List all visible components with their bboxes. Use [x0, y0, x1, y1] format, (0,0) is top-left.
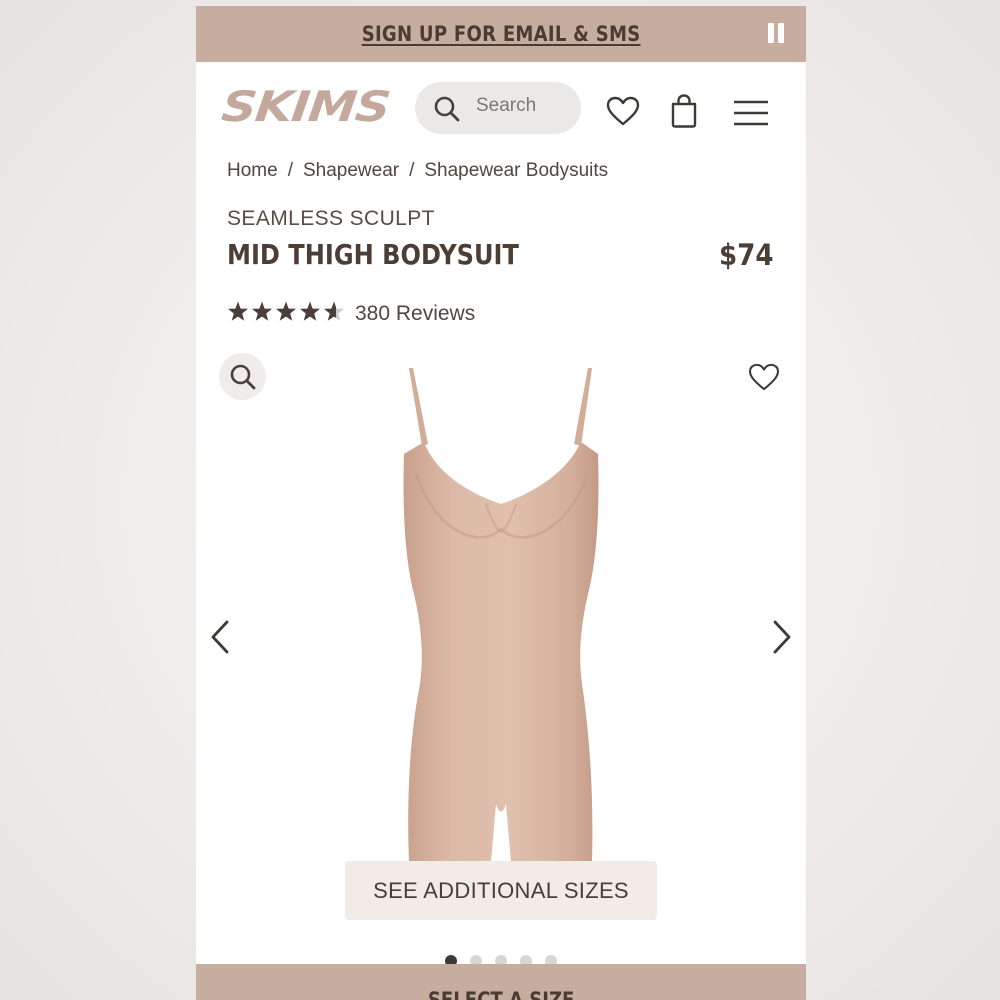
zoom-icon — [230, 364, 256, 390]
star-icon — [252, 301, 272, 321]
breadcrumb-home[interactable]: Home — [227, 160, 278, 181]
breadcrumb-separator: / — [409, 160, 415, 181]
site-header: SKIMS Search — [196, 62, 806, 152]
heart-icon[interactable] — [606, 96, 640, 126]
see-additional-sizes-button[interactable]: SEE ADDITIONAL SIZES — [345, 861, 657, 920]
reviews-link[interactable]: 380 Reviews — [355, 302, 475, 326]
chevron-right-icon[interactable] — [768, 618, 794, 658]
pause-icon[interactable] — [768, 23, 786, 45]
product-collection: SEAMLESS SCULPT — [227, 207, 435, 230]
promo-banner[interactable]: SIGN UP FOR EMAIL & SMS — [196, 6, 806, 62]
zoom-button[interactable] — [219, 353, 266, 400]
breadcrumb-shapewear[interactable]: Shapewear — [303, 160, 399, 181]
search-input[interactable]: Search — [415, 82, 581, 134]
search-icon — [434, 96, 460, 122]
skims-logo[interactable]: SKIMS — [219, 82, 392, 131]
breadcrumb-separator: / — [287, 160, 293, 181]
product-title: MID THIGH BODYSUIT — [227, 238, 519, 271]
product-price: $74 — [719, 238, 774, 272]
breadcrumb: Home / Shapewear / Shapewear Bodysuits — [227, 160, 608, 182]
product-image — [403, 368, 599, 862]
wishlist-heart-icon[interactable] — [748, 363, 780, 391]
star-icon — [228, 301, 248, 321]
select-size-button[interactable]: SELECT A SIZE — [196, 964, 806, 1000]
promo-link[interactable]: SIGN UP FOR EMAIL & SMS — [362, 22, 641, 46]
shopping-bag-icon[interactable] — [670, 94, 698, 128]
menu-icon[interactable] — [733, 100, 769, 126]
star-icon — [300, 301, 320, 321]
chevron-left-icon[interactable] — [208, 618, 234, 658]
star-rating[interactable] — [227, 298, 345, 324]
search-placeholder: Search — [476, 95, 537, 116]
product-page: SIGN UP FOR EMAIL & SMS SKIMS Search Hom… — [196, 6, 806, 1000]
breadcrumb-bodysuits[interactable]: Shapewear Bodysuits — [424, 160, 608, 181]
select-size-label: SELECT A SIZE — [427, 988, 575, 1000]
half-star-icon — [324, 301, 344, 321]
star-icon — [276, 301, 296, 321]
